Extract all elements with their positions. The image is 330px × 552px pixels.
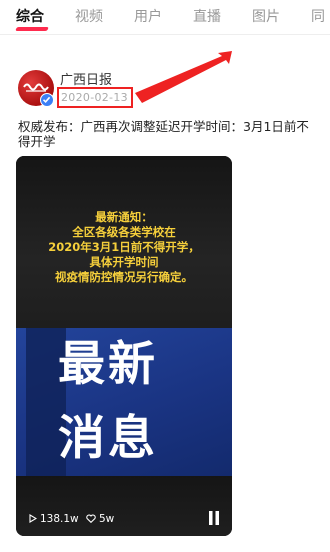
- like-count-value: 5w: [99, 513, 115, 525]
- author-name[interactable]: 广西日报: [60, 69, 112, 88]
- notice-line: 具体开学时间: [89, 255, 159, 269]
- video-card[interactable]: 最新通知： 全区各级各类学校在 2020年3月1日前不得开学， 具体开学时间 视…: [16, 156, 232, 536]
- post-caption[interactable]: 权威发布：广西再次调整延迟开学时间：3月1日前不得开学: [18, 119, 318, 149]
- tab-images[interactable]: 图片: [252, 6, 280, 26]
- notice-text: 最新通知： 全区各级各类学校在 2020年3月1日前不得开学， 具体开学时间 视…: [24, 210, 224, 285]
- heart-icon: [86, 514, 96, 524]
- play-count-value: 138.1w: [40, 513, 79, 525]
- notice-line: 最新通知：: [95, 210, 153, 224]
- tab-users[interactable]: 用户: [134, 6, 162, 26]
- active-tab-indicator: [15, 27, 49, 31]
- tab-same[interactable]: 同: [311, 6, 325, 26]
- tab-live[interactable]: 直播: [193, 6, 221, 26]
- verified-check-icon: [42, 96, 51, 103]
- post-date: 2020-02-13: [61, 91, 128, 104]
- verified-badge: [40, 93, 54, 107]
- play-count-icon: [29, 514, 38, 523]
- notice-line: 2020年3月1日前不得开学，: [48, 240, 200, 254]
- notice-line: 全区各级各类学校在: [72, 225, 176, 239]
- tab-video[interactable]: 视频: [75, 6, 103, 26]
- like-count: 5w: [86, 513, 114, 525]
- video-title-line-1: 最新: [58, 337, 158, 392]
- tab-comprehensive[interactable]: 综合: [16, 6, 44, 26]
- search-tab-bar: 综合 视频 用户 直播 图片 同: [0, 0, 330, 35]
- video-bottom-section: [16, 476, 232, 536]
- notice-line: 视疫情防控情况另行确定。: [55, 270, 193, 284]
- video-title-line-2: 消息: [58, 411, 158, 466]
- pause-icon[interactable]: [208, 511, 220, 525]
- play-count: 138.1w: [28, 513, 79, 525]
